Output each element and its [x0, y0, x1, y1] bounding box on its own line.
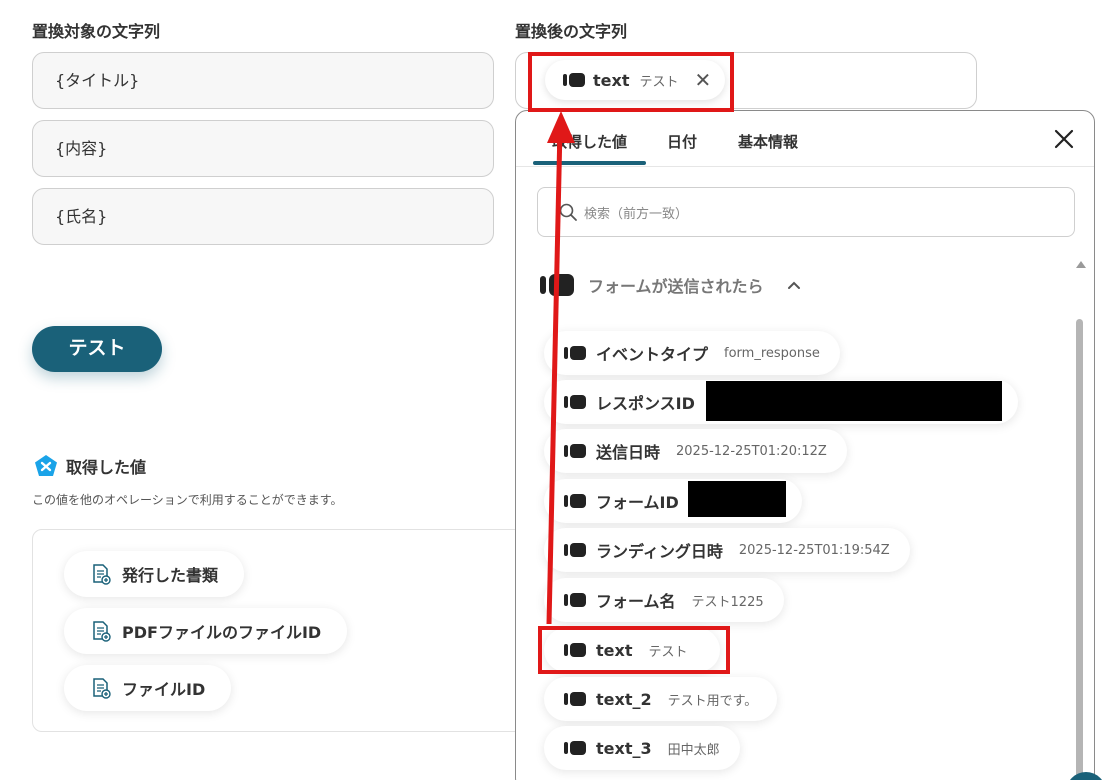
- item-value: 田中太郎: [667, 742, 720, 758]
- search-input[interactable]: 検索（前方一致）: [537, 187, 1075, 237]
- search-placeholder: 検索（前方一致）: [584, 206, 689, 222]
- item-name: text_2: [596, 689, 652, 709]
- form-blob-icon: [564, 543, 586, 557]
- acquired-item-label: 発行した書類: [122, 566, 219, 585]
- list-item-landing-at[interactable]: ランディング日時 2025-12-25T01:19:54Z: [544, 528, 910, 572]
- acquired-item-issued-document[interactable]: 発行した書類: [64, 551, 245, 597]
- yoom-logo-icon: [34, 454, 58, 478]
- document-icon: [93, 564, 111, 585]
- acquired-item-pdf-file-id[interactable]: PDFファイルのファイルID: [64, 608, 348, 654]
- target-field-content[interactable]: {内容}: [32, 120, 494, 177]
- test-button[interactable]: テスト: [32, 326, 162, 372]
- scrollbar-thumb[interactable]: [1076, 319, 1083, 780]
- list-item-event-type[interactable]: イベントタイプ form_response: [544, 331, 840, 375]
- redacted-response-id: [706, 381, 1002, 421]
- annotation-box-token: [528, 52, 734, 112]
- list-item-text-3[interactable]: text_3 田中太郎: [544, 726, 740, 770]
- list-item-form-name[interactable]: フォーム名 テスト1225: [544, 578, 784, 622]
- list-item-text-2[interactable]: text_2 テスト用です。: [544, 677, 778, 721]
- item-value: 2025-12-25T01:20:12Z: [676, 443, 827, 459]
- document-icon: [93, 678, 111, 699]
- list-item-submitted-at[interactable]: 送信日時 2025-12-25T01:20:12Z: [544, 429, 847, 473]
- panel-tabs: 取得した値 日付 基本情報: [516, 111, 1094, 167]
- acquired-item-label: ファイルID: [122, 680, 206, 699]
- item-name: ランディング日時: [596, 542, 723, 561]
- form-blob-icon: [564, 444, 586, 458]
- group-header-form-submitted[interactable]: フォームが送信されたら: [540, 273, 802, 297]
- app-root: 置換対象の文字列 {タイトル} {内容} {氏名} テスト 取得した値 この値を…: [0, 0, 1102, 780]
- target-field-title[interactable]: {タイトル}: [32, 52, 494, 109]
- target-string-label: 置換対象の文字列: [32, 22, 161, 41]
- item-value: テスト1225: [691, 594, 764, 610]
- close-icon[interactable]: [1052, 127, 1076, 151]
- replaced-string-label: 置換後の文字列: [515, 22, 628, 41]
- acquired-item-label: PDFファイルのファイルID: [122, 623, 322, 642]
- item-name: text_3: [596, 738, 652, 758]
- form-blob-icon: [540, 274, 574, 296]
- acquired-item-file-id[interactable]: ファイルID: [64, 665, 232, 711]
- scroll-up-arrow-icon[interactable]: [1076, 261, 1086, 268]
- redacted-form-id: [688, 481, 786, 517]
- annotation-box-text-item: [538, 626, 730, 674]
- target-field-name[interactable]: {氏名}: [32, 188, 494, 245]
- chevron-up-icon[interactable]: [786, 277, 802, 293]
- tab-basic-info[interactable]: 基本情報: [738, 131, 798, 152]
- item-name: フォーム名: [596, 592, 676, 611]
- tab-acquired-values[interactable]: 取得した値: [552, 131, 627, 152]
- item-value: form_response: [724, 345, 820, 361]
- tab-date[interactable]: 日付: [667, 131, 697, 152]
- form-blob-icon: [564, 741, 586, 755]
- item-name: イベントタイプ: [596, 345, 709, 364]
- acquired-values-heading: 取得した値: [34, 454, 146, 478]
- document-icon: [93, 621, 111, 642]
- item-value: 2025-12-25T01:19:54Z: [738, 542, 890, 558]
- form-blob-icon: [564, 494, 586, 508]
- item-value: テスト用です。: [667, 693, 758, 709]
- form-blob-icon: [564, 593, 586, 607]
- item-name: レスポンスID: [596, 394, 695, 413]
- active-tab-indicator: [533, 161, 646, 165]
- item-name: フォームID: [596, 493, 679, 512]
- acquired-values-description: この値を他のオペレーションで利用することができます。: [32, 493, 343, 507]
- item-name: 送信日時: [596, 443, 661, 462]
- acquired-values-title: 取得した値: [66, 458, 147, 477]
- form-blob-icon: [564, 395, 586, 409]
- search-icon: [559, 203, 577, 221]
- group-title: フォームが送信されたら: [588, 277, 764, 296]
- form-blob-icon: [564, 692, 586, 706]
- form-blob-icon: [564, 346, 586, 360]
